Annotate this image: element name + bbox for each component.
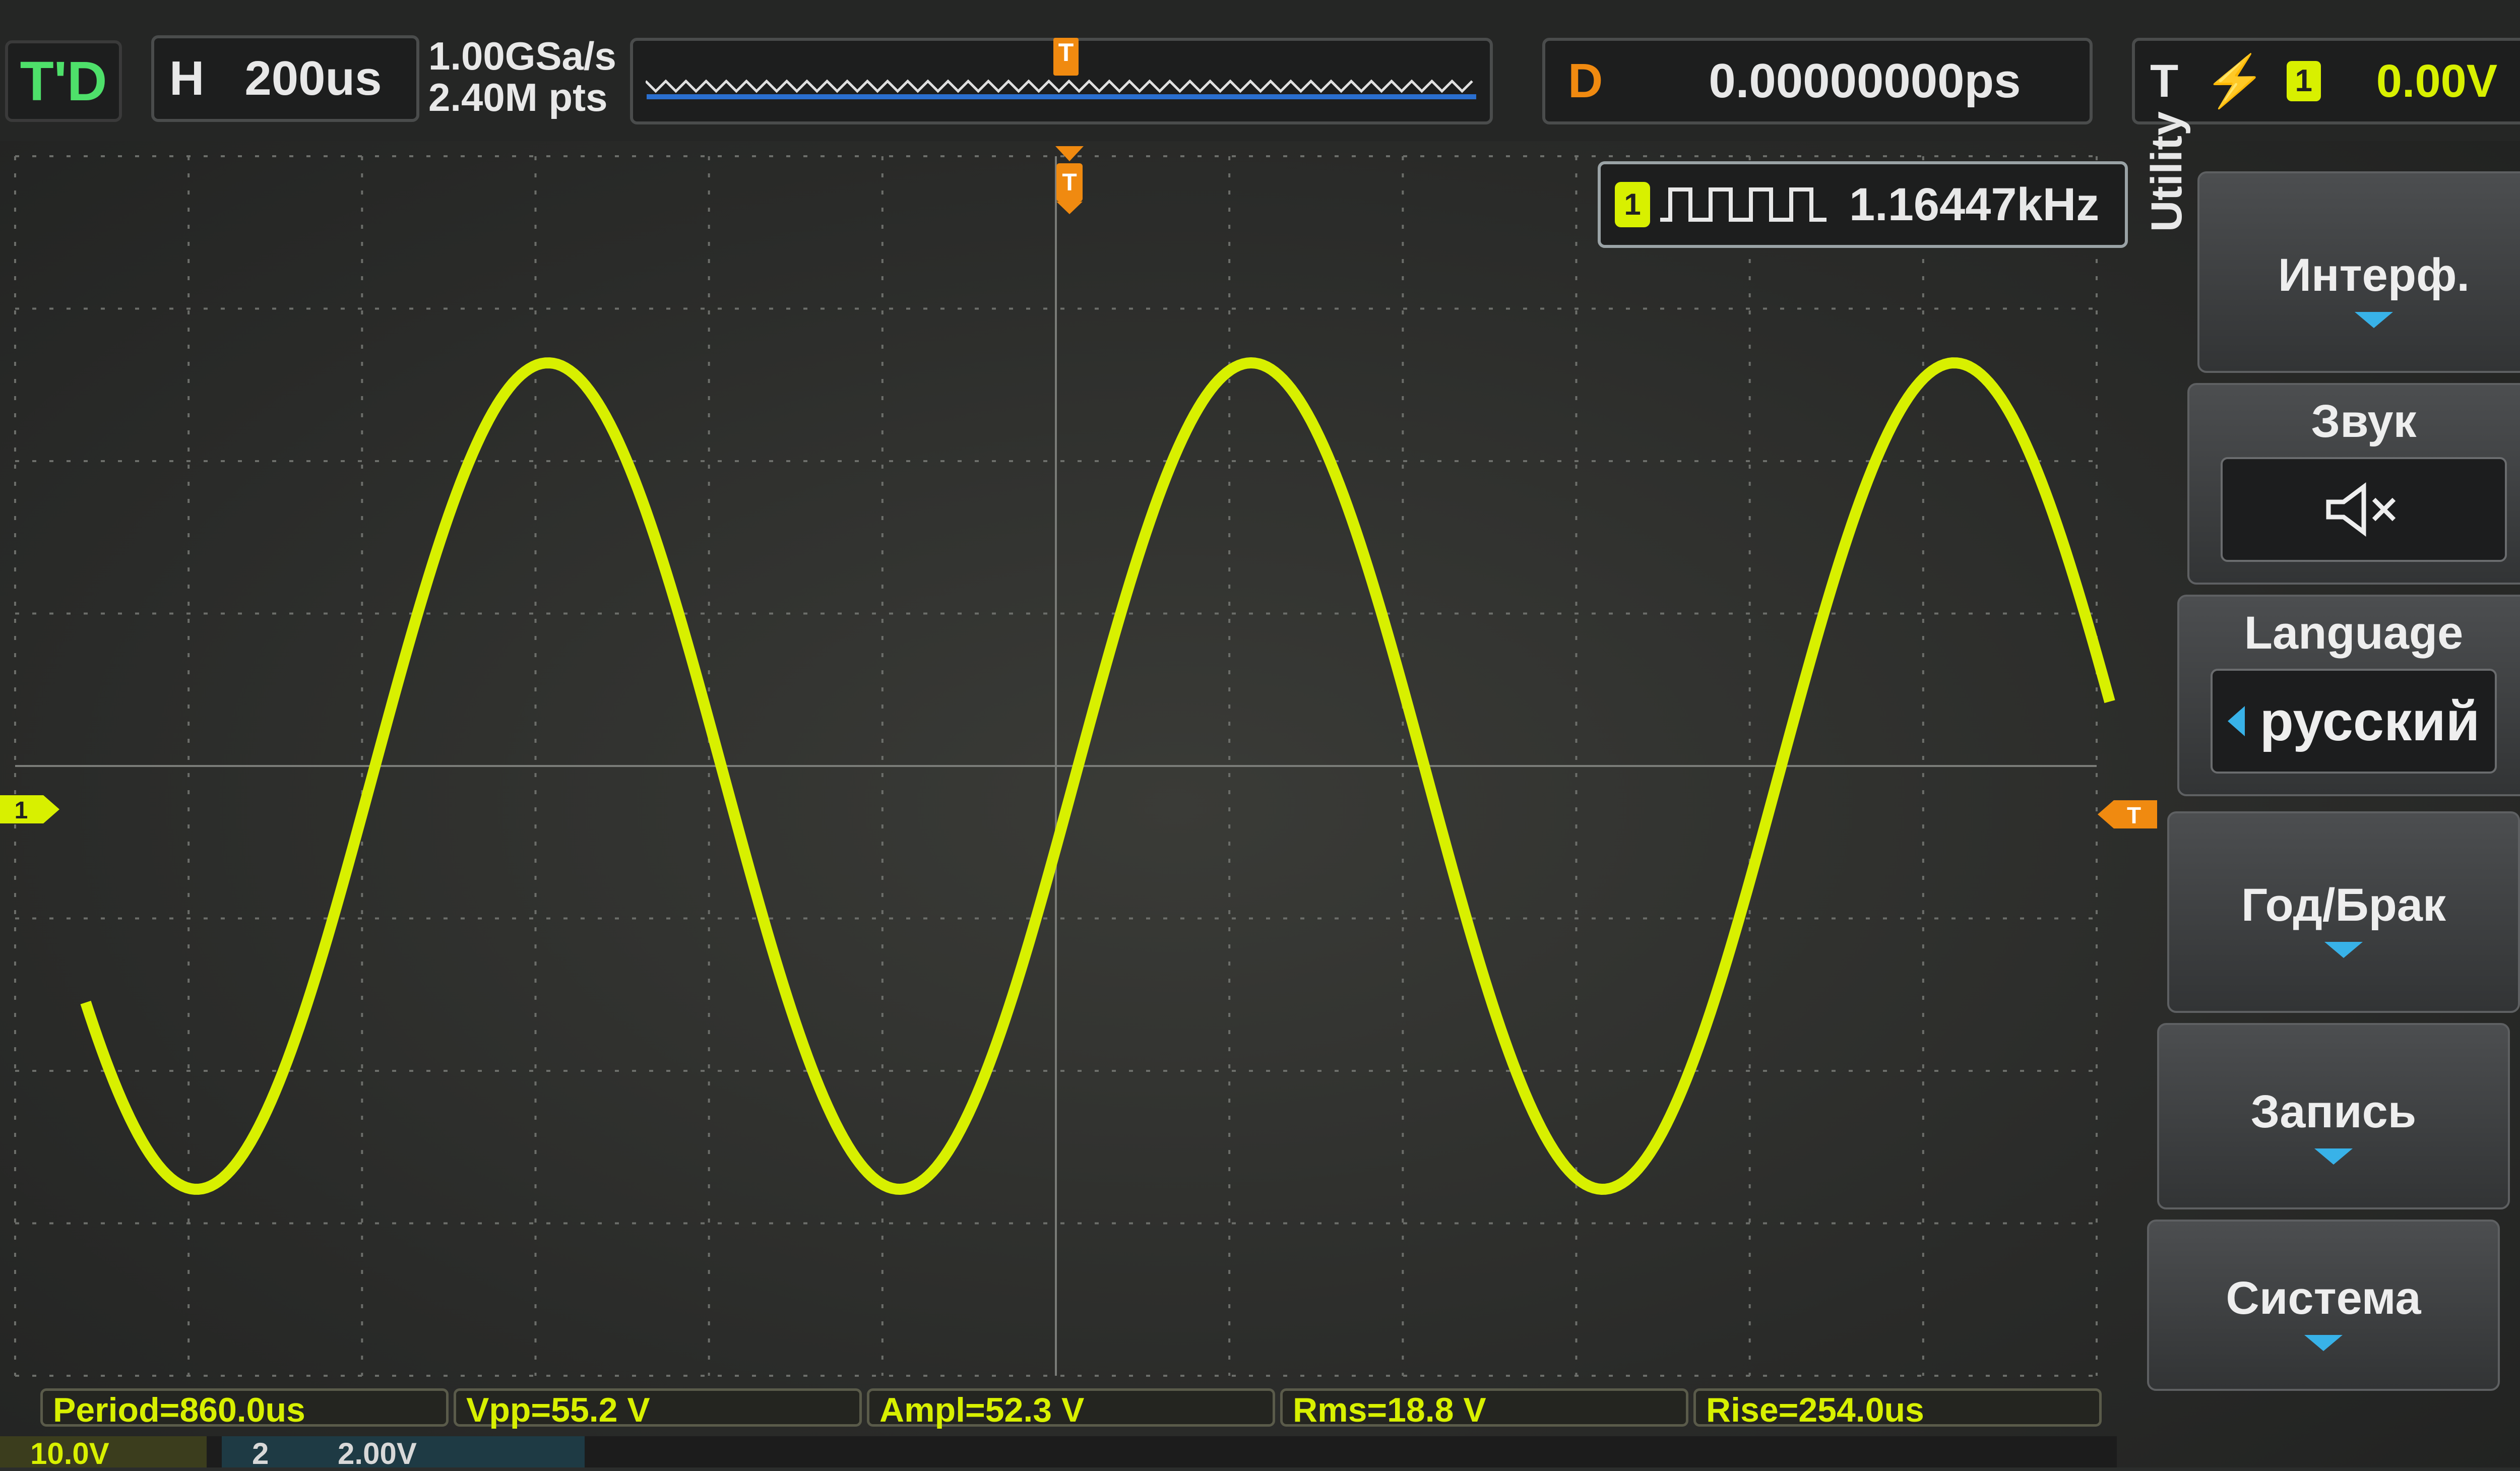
softkey-sound[interactable]: Звук bbox=[2187, 383, 2520, 585]
channel1-marker-label: 1 bbox=[15, 797, 28, 824]
timebase-value: 200us bbox=[244, 51, 382, 105]
softkey-language-label: Language bbox=[2244, 607, 2464, 659]
softkey-language[interactable]: Language русский bbox=[2177, 595, 2520, 796]
sample-rate: 1.00GSa/s bbox=[428, 34, 616, 78]
softkey-record-label: Запись bbox=[2250, 1086, 2417, 1137]
chevron-down-icon bbox=[2324, 942, 2363, 958]
trigger-level-label: T bbox=[2127, 802, 2141, 828]
delay-label: D bbox=[1568, 54, 1603, 108]
trigger-source-badge: 1 bbox=[2286, 61, 2321, 101]
delay-value: 0.00000000ps bbox=[1709, 54, 2021, 108]
trigger-level-value: 0.00V bbox=[2376, 55, 2498, 107]
speaker-muted-icon bbox=[2326, 482, 2396, 537]
trigger-position-marker[interactable]: T bbox=[1053, 146, 1086, 214]
trigger-level-marker[interactable]: T bbox=[2097, 796, 2157, 833]
square-wave-icon bbox=[1660, 187, 1826, 222]
trigger-label: T bbox=[2150, 55, 2179, 107]
softkey-system[interactable]: Система bbox=[2147, 1220, 2500, 1391]
language-value-box: русский bbox=[2211, 669, 2497, 774]
softkey-system-label: Система bbox=[2226, 1272, 2421, 1324]
frequency-value: 1.16447kHz bbox=[1849, 178, 2100, 230]
channel1-ground-marker[interactable]: 1 bbox=[0, 791, 60, 827]
softkey-interface-label: Интерф. bbox=[2278, 249, 2470, 301]
run-status-label: T'D bbox=[20, 50, 107, 112]
measurement-rise[interactable]: Rise=254.0us bbox=[1693, 1388, 2102, 1429]
measurement-bar: Period=860.0us Vpp=55.2 V Ampl=52.3 V Rm… bbox=[40, 1388, 2107, 1430]
frequency-channel-badge: 1 bbox=[1615, 182, 1650, 227]
trigger-position-label: T bbox=[1062, 169, 1077, 196]
delay-box[interactable]: D 0.00000000ps bbox=[1542, 38, 2093, 124]
chevron-down-icon bbox=[2355, 312, 2393, 328]
softkey-pass-fail-label: Год/Брак bbox=[2241, 879, 2446, 931]
softkey-menu: Интерф. Звук Language русский Год/Брак З… bbox=[2147, 161, 2520, 1391]
memory-waveform-icon bbox=[646, 79, 1476, 99]
softkey-record[interactable]: Запись bbox=[2157, 1023, 2510, 1209]
channel2-number: 2 bbox=[252, 1437, 269, 1470]
oscilloscope-screen: T'D H 200us 1.00GSa/s 2.40M pts T D 0.00… bbox=[0, 0, 2520, 1470]
chevron-left-icon bbox=[2227, 706, 2245, 736]
channel-scale-bar: 10.0V 2 2.00V bbox=[0, 1436, 2117, 1470]
memory-depth: 2.40M pts bbox=[428, 75, 608, 119]
sound-value-box bbox=[2221, 457, 2507, 562]
measurement-vpp[interactable]: Vpp=55.2 V bbox=[454, 1388, 862, 1429]
channel1-scale[interactable]: 10.0V bbox=[0, 1436, 207, 1470]
language-value: русский bbox=[2259, 690, 2480, 752]
channel2-scale: 2.00V bbox=[338, 1437, 417, 1470]
run-status-badge[interactable]: T'D bbox=[5, 40, 122, 122]
softkey-sound-label: Звук bbox=[2311, 396, 2417, 447]
acquisition-info: 1.00GSa/s 2.40M pts bbox=[428, 35, 616, 118]
horizontal-label: H bbox=[169, 51, 205, 105]
rising-edge-icon: ⚡ bbox=[2203, 52, 2266, 109]
measurement-amplitude[interactable]: Ampl=52.3 V bbox=[867, 1388, 1275, 1429]
horizontal-scale-box[interactable]: H 200us bbox=[151, 35, 419, 122]
measurement-rms[interactable]: Rms=18.8 V bbox=[1280, 1388, 1688, 1429]
channel1-trace bbox=[80, 357, 2115, 1195]
measurement-period[interactable]: Period=860.0us bbox=[40, 1388, 449, 1429]
waveform-display bbox=[14, 155, 2115, 1377]
softkey-interface[interactable]: Интерф. bbox=[2197, 171, 2520, 373]
memory-trigger-marker: T bbox=[1053, 38, 1079, 76]
frequency-counter: 1 1.16447kHz bbox=[1598, 161, 2128, 248]
softkey-pass-fail[interactable]: Год/Брак bbox=[2167, 811, 2520, 1013]
channel2-scale-box[interactable]: 2 2.00V bbox=[222, 1436, 585, 1470]
chevron-down-icon bbox=[2304, 1335, 2343, 1351]
chevron-down-icon bbox=[2314, 1148, 2353, 1165]
